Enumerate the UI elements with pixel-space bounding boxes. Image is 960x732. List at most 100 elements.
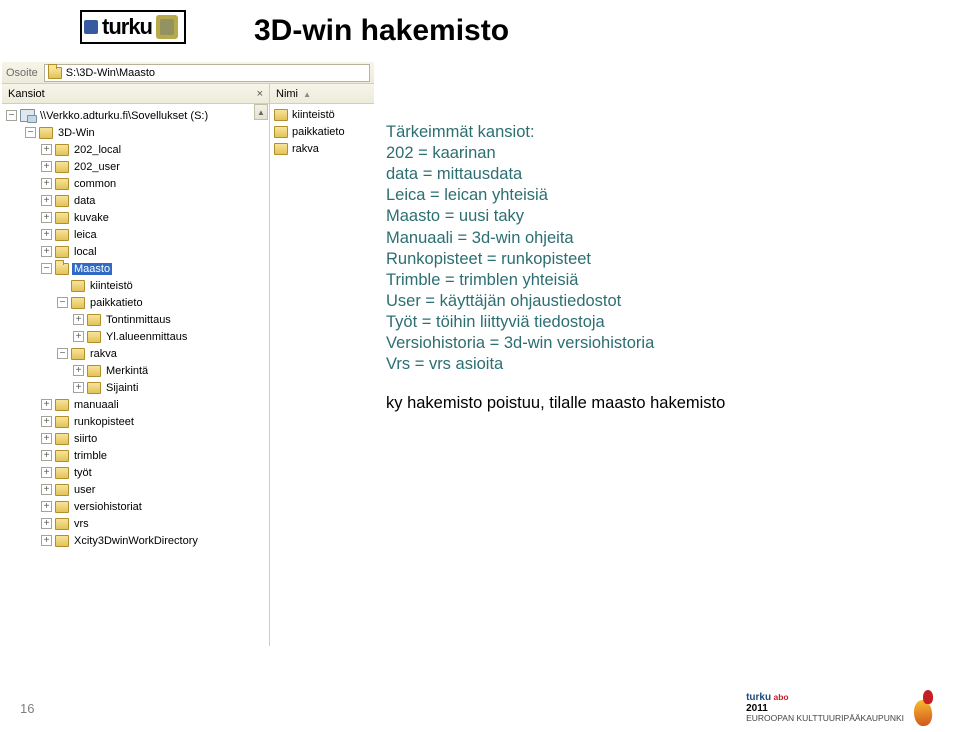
tree-label: local <box>72 246 99 258</box>
tree-item[interactable]: +202_local <box>6 141 269 158</box>
tree-item[interactable]: + Tontinmittaus <box>6 311 269 328</box>
tree-label: Yl.alueenmittaus <box>104 331 189 343</box>
expand-toggle[interactable]: + <box>41 535 52 546</box>
folder-icon <box>55 178 69 190</box>
address-path: S:\3D-Win\Maasto <box>66 67 155 79</box>
expand-toggle[interactable]: − <box>57 348 68 359</box>
tree-item[interactable]: +vrs <box>6 515 269 532</box>
scroll-up-icon[interactable]: ▲ <box>254 104 268 120</box>
folder-icon <box>87 365 101 377</box>
tree-label: user <box>72 484 97 496</box>
tree-item[interactable]: + siirto <box>6 430 269 447</box>
expand-toggle[interactable]: + <box>41 484 52 495</box>
network-drive-icon <box>20 109 35 122</box>
expand-toggle[interactable]: − <box>6 110 17 121</box>
tree-item[interactable]: − rakva <box>6 345 269 362</box>
expand-toggle[interactable]: + <box>41 433 52 444</box>
tree-root[interactable]: − \\Verkko.adturku.fi\Sovellukset (S:) <box>6 107 269 124</box>
tree-item[interactable]: + data <box>6 192 269 209</box>
tree-label: työt <box>72 467 94 479</box>
close-icon[interactable]: × <box>257 88 263 100</box>
expand-toggle[interactable]: + <box>41 229 52 240</box>
expand-toggle[interactable]: + <box>73 382 84 393</box>
file-list: kiinteistö paikkatietorakva <box>270 104 374 159</box>
expand-toggle[interactable]: + <box>41 467 52 478</box>
column-name: Nimi <box>276 88 298 100</box>
tree-item[interactable]: +Sijainti <box>6 379 269 396</box>
tree-item[interactable]: − Maasto <box>6 260 269 277</box>
expand-toggle[interactable]: − <box>25 127 36 138</box>
tree-item[interactable]: + työt <box>6 464 269 481</box>
info-line: Maasto = uusi taky <box>386 206 725 227</box>
expand-toggle[interactable]: + <box>41 212 52 223</box>
list-item[interactable]: paikkatieto <box>274 123 370 140</box>
tree-label: Maasto <box>72 263 112 275</box>
expand-toggle[interactable]: + <box>41 518 52 529</box>
tree-item[interactable]: −3D-Win <box>6 124 269 141</box>
contents-header[interactable]: Nimi ▲ <box>270 84 374 104</box>
info-line: Manuaali = 3d-win ohjeita <box>386 228 725 249</box>
expand-toggle[interactable]: + <box>41 178 52 189</box>
tree-item[interactable]: + trimble <box>6 447 269 464</box>
folder-icon <box>87 382 101 394</box>
tree-item[interactable]: + Xcity3DwinWorkDirectory <box>6 532 269 549</box>
folder-icon <box>87 331 101 343</box>
expand-toggle[interactable]: + <box>41 399 52 410</box>
expand-toggle[interactable]: + <box>73 331 84 342</box>
tree-item[interactable]: + user <box>6 481 269 498</box>
list-item[interactable]: rakva <box>274 140 370 157</box>
tree-item[interactable]: +kuvake <box>6 209 269 226</box>
info-note: ky hakemisto poistuu, tilalle maasto hak… <box>386 393 725 414</box>
info-heading: Tärkeimmät kansiot: <box>386 122 725 143</box>
expand-toggle[interactable]: + <box>41 416 52 427</box>
folder-icon <box>55 144 69 156</box>
footer: 16 turku abo 2011 EUROOPAN KULTTUURIPÄÄK… <box>0 690 960 726</box>
tree-item[interactable]: + common <box>6 175 269 192</box>
tree-label: siirto <box>72 433 99 445</box>
tree-label: leica <box>72 229 99 241</box>
expand-toggle[interactable]: + <box>41 450 52 461</box>
expand-toggle[interactable]: + <box>73 365 84 376</box>
address-field[interactable]: S:\3D-Win\Maasto <box>44 64 370 82</box>
tree-label: Xcity3DwinWorkDirectory <box>72 535 200 547</box>
footer-logo: turku abo 2011 EUROOPAN KULTTUURIPÄÄKAUP… <box>746 690 940 726</box>
tree-item[interactable]: + Yl.alueenmittaus <box>6 328 269 345</box>
tree-item[interactable]: + local <box>6 243 269 260</box>
tree-item[interactable]: + leica <box>6 226 269 243</box>
tree-label: Merkintä <box>104 365 150 377</box>
folder-icon <box>55 212 69 224</box>
tree-label: rakva <box>88 348 119 360</box>
tree-label: Tontinmittaus <box>104 314 173 326</box>
brand-logo: turku <box>80 10 186 44</box>
logo-text: turku <box>102 14 152 40</box>
tree-item[interactable]: −paikkatieto <box>6 294 269 311</box>
folder-icon <box>55 518 69 530</box>
page-number: 16 <box>20 701 34 716</box>
tree-label: trimble <box>72 450 109 462</box>
expand-toggle[interactable]: − <box>41 263 52 274</box>
expand-toggle[interactable]: + <box>73 314 84 325</box>
tree-item[interactable]: kiinteistö <box>6 277 269 294</box>
expand-toggle[interactable]: + <box>41 246 52 257</box>
list-item[interactable]: kiinteistö <box>274 106 370 123</box>
tree-label: data <box>72 195 97 207</box>
tree-item[interactable]: +manuaali <box>6 396 269 413</box>
expand-toggle[interactable]: − <box>57 297 68 308</box>
tree-item[interactable]: +versiohistoriat <box>6 498 269 515</box>
expand-toggle[interactable]: + <box>41 161 52 172</box>
folder-icon <box>274 143 288 155</box>
tree-label: common <box>72 178 118 190</box>
info-line: Leica = leican yhteisiä <box>386 185 725 206</box>
folder-open-icon <box>48 67 62 79</box>
tree-item[interactable]: +runkopisteet <box>6 413 269 430</box>
expand-toggle[interactable]: + <box>41 144 52 155</box>
info-text: Tärkeimmät kansiot: 202 = kaarinandata =… <box>386 122 725 414</box>
list-item-label: kiinteistö <box>292 109 335 121</box>
tree-label: 202_local <box>72 144 123 156</box>
tree-item[interactable]: + Merkintä <box>6 362 269 379</box>
expand-toggle[interactable]: + <box>41 195 52 206</box>
contents-pane: Nimi ▲ kiinteistö paikkatietorakva <box>270 84 374 646</box>
tree-item[interactable]: +202_user <box>6 158 269 175</box>
folder-icon <box>55 416 69 428</box>
expand-toggle[interactable]: + <box>41 501 52 512</box>
